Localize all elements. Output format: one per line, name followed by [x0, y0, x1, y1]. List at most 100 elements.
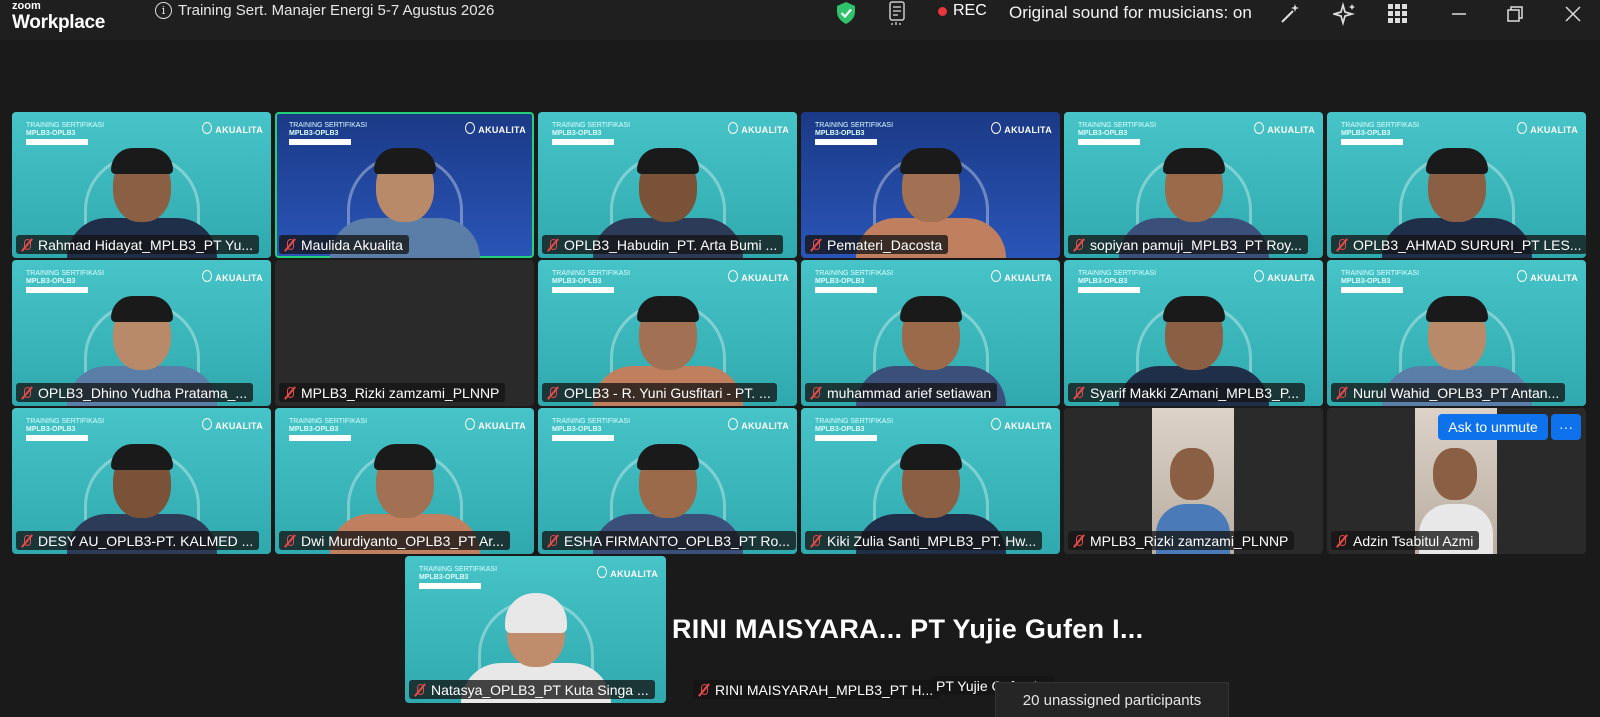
video-tile-9[interactable]: TRAINING SERTIFIKASI MPLB3-OPLB3 AKUALITA O…	[538, 260, 797, 406]
tile-banner-sub: MPLB3-OPLB3	[552, 129, 602, 137]
logo-small: zoom	[12, 0, 41, 12]
participant-nameplate: DESY AU_OPLB3-PT. KALMED ...	[16, 531, 260, 550]
participant-nameplate: Maulida Akualita	[279, 235, 409, 254]
video-tile-5[interactable]: TRAINING SERTIFIKASI MPLB3-OPLB3 AKUALITA s…	[1064, 112, 1323, 258]
participant-nameplate: Nurul Wahid_OPLB3_PT Antan...	[1331, 383, 1566, 402]
recording-indicator[interactable]: REC	[938, 2, 987, 20]
transcript-icon[interactable]	[887, 0, 909, 26]
tile-banner: TRAINING SERTIFIKASI MPLB3-OPLB3	[552, 418, 631, 442]
tile-banner-text: TRAINING SERTIFIKASI	[552, 418, 631, 425]
unassigned-participants-button[interactable]: 20 unassigned participants	[995, 682, 1229, 717]
tile-banner-text: TRAINING SERTIFIKASI	[1341, 270, 1420, 277]
participant-nameplate: sopiyan pamuji_MPLB3_PT Roy...	[1068, 235, 1308, 254]
participant-nameplate: Rahmad Hidayat_MPLB3_PT Yu...	[16, 235, 260, 254]
participant-nameplate: OPLB3 - R. Yuni Gusfitari - PT. ...	[542, 383, 777, 402]
tile-banner-sub: MPLB3-OPLB3	[26, 425, 76, 433]
mic-muted-icon	[1335, 238, 1349, 252]
video-tile-17[interactable]: MPLB3_Rizki zamzami_PLNNP	[1064, 408, 1323, 554]
participant-name: Dwi Murdiyanto_OPLB3_PT Ar...	[301, 532, 504, 549]
video-tile-16[interactable]: TRAINING SERTIFIKASI MPLB3-OPLB3 AKUALITA K…	[801, 408, 1060, 554]
tile-banner-text: TRAINING SERTIFIKASI	[1341, 122, 1420, 129]
video-tile-15[interactable]: TRAINING SERTIFIKASI MPLB3-OPLB3 AKUALITA E…	[538, 408, 797, 554]
tile-banner-sub: MPLB3-OPLB3	[815, 277, 865, 285]
tile-banner: TRAINING SERTIFIKASI MPLB3-OPLB3	[1341, 270, 1420, 294]
video-tile-2[interactable]: TRAINING SERTIFIKASI MPLB3-OPLB3 AKUALITA M…	[275, 112, 534, 258]
tile-brand-logo: AKUALITA	[202, 418, 263, 431]
tile-banner: TRAINING SERTIFIKASI MPLB3-OPLB3	[289, 122, 367, 146]
video-tile-11[interactable]: TRAINING SERTIFIKASI MPLB3-OPLB3 AKUALITA S…	[1064, 260, 1323, 406]
tile-brand-logo: AKUALITA	[1517, 122, 1578, 135]
tile-banner: TRAINING SERTIFIKASI MPLB3-OPLB3	[552, 122, 630, 146]
mic-muted-icon	[283, 534, 297, 548]
tile-brand-logo: AKUALITA	[202, 122, 263, 135]
participant-name: Pemateri_Dacosta	[827, 236, 943, 253]
tile-brand-logo: AKUALITA	[597, 566, 658, 579]
tile-brand-logo: AKUALITA	[728, 122, 789, 135]
tile-banner: TRAINING SERTIFIKASI MPLB3-OPLB3	[26, 418, 105, 442]
tile-banner-text: TRAINING SERTIFIKASI	[1078, 122, 1157, 129]
video-tile-4[interactable]: TRAINING SERTIFIKASI MPLB3-OPLB3 AKUALITA P…	[801, 112, 1060, 258]
video-tile-natasya[interactable]: TRAINING SERTIFIKASI MPLB3-OPLB3 AKUALITA…	[405, 556, 666, 703]
tile-banner-sub: MPLB3-OPLB3	[1341, 129, 1391, 137]
tile-banner-sub: MPLB3-OPLB3	[815, 425, 865, 433]
video-tile-6[interactable]: TRAINING SERTIFIKASI MPLB3-OPLB3 AKUALITA O…	[1327, 112, 1586, 258]
shield-icon[interactable]	[835, 1, 857, 25]
participant-nameplate: OPLB3_AHMAD SURURI_PT LES...	[1331, 235, 1586, 254]
tile-banner-sub: MPLB3-OPLB3	[289, 129, 339, 137]
participant-nameplate: Kiki Zulia Santi_MPLB3_PT. Hw...	[805, 531, 1043, 550]
apps-grid-icon[interactable]	[1386, 2, 1408, 24]
tile-banner-text: TRAINING SERTIFIKASI	[815, 122, 894, 129]
tile-banner-text: TRAINING SERTIFIKASI	[26, 418, 105, 425]
tile-banner-text: TRAINING SERTIFIKASI	[552, 270, 631, 277]
tile-banner-sub: MPLB3-OPLB3	[26, 277, 76, 285]
participant-name: Nurul Wahid_OPLB3_PT Antan...	[1353, 384, 1560, 401]
tile-banner-sub: MPLB3-OPLB3	[289, 425, 339, 433]
participant-nameplate: RINI MAISYARAH_MPLB3_PT H...	[693, 680, 940, 699]
video-tile-12[interactable]: TRAINING SERTIFIKASI MPLB3-OPLB3 AKUALITA N…	[1327, 260, 1586, 406]
mic-muted-icon	[283, 238, 297, 252]
mic-muted-icon	[20, 238, 34, 252]
tile-banner: TRAINING SERTIFIKASI MPLB3-OPLB3	[815, 270, 893, 294]
meeting-info[interactable]: i Training Sert. Manajer Energi 5-7 Agus…	[155, 2, 494, 19]
zoom-logo: zoom Workplace	[12, 0, 105, 33]
rec-label: REC	[953, 2, 987, 19]
video-tile-3[interactable]: TRAINING SERTIFIKASI MPLB3-OPLB3 AKUALITA O…	[538, 112, 797, 258]
close-icon[interactable]	[1563, 4, 1583, 24]
participant-nameplate: muhammad arief setiawan	[805, 383, 998, 402]
mic-muted-icon	[546, 238, 560, 252]
tile-brand-logo: AKUALITA	[202, 270, 263, 283]
restore-icon[interactable]	[1505, 4, 1525, 24]
ai-companion-icon[interactable]	[1333, 2, 1357, 26]
original-sound-status[interactable]: Original sound for musicians: on	[1009, 3, 1252, 23]
participant-nameplate: Syarif Makki ZAmani_MPLB3_P...	[1068, 383, 1306, 402]
video-tile-7[interactable]: TRAINING SERTIFIKASI MPLB3-OPLB3 AKUALITA O…	[12, 260, 271, 406]
participant-name: MPLB3_Rizki zamzami_PLNNP	[1090, 532, 1289, 549]
minimize-icon[interactable]	[1449, 4, 1469, 24]
tile-banner: TRAINING SERTIFIKASI MPLB3-OPLB3	[552, 270, 631, 294]
video-tile-14[interactable]: TRAINING SERTIFIKASI MPLB3-OPLB3 AKUALITA D…	[275, 408, 534, 554]
video-tile-13[interactable]: TRAINING SERTIFIKASI MPLB3-OPLB3 AKUALITA D…	[12, 408, 271, 554]
participant-name: Maulida Akualita	[301, 236, 403, 253]
info-icon[interactable]: i	[155, 2, 172, 19]
tile-brand-logo: AKUALITA	[991, 270, 1052, 283]
participant-name: MPLB3_Rizki zamzami_PLNNP	[301, 384, 500, 401]
more-options-button[interactable]: ···	[1551, 414, 1581, 440]
magic-wand-icon[interactable]	[1278, 2, 1302, 26]
speaker-name-overlay: RINI MAISYARA... PT Yujie Gufen I...	[672, 614, 1144, 644]
tile-banner-sub: MPLB3-OPLB3	[552, 277, 602, 285]
participant-name: sopiyan pamuji_MPLB3_PT Roy...	[1090, 236, 1302, 253]
tile-brand-logo: AKUALITA	[465, 418, 526, 431]
tile-banner: TRAINING SERTIFIKASI MPLB3-OPLB3	[1078, 122, 1157, 146]
participant-nameplate: Natasya_OPLB3_PT Kuta Singa ...	[409, 680, 655, 699]
tile-banner: TRAINING SERTIFIKASI MPLB3-OPLB3	[1341, 122, 1420, 146]
mic-muted-icon	[697, 683, 711, 697]
tile-banner-sub: MPLB3-OPLB3	[1341, 277, 1391, 285]
participant-name: ESHA FIRMANTO_OPLB3_PT Ro...	[564, 532, 790, 549]
video-tile-1[interactable]: TRAINING SERTIFIKASI MPLB3-OPLB3 AKUALITA R…	[12, 112, 271, 258]
mic-muted-icon	[809, 534, 823, 548]
ask-to-unmute-button[interactable]: Ask to unmute	[1438, 414, 1548, 440]
tile-banner-text: TRAINING SERTIFIKASI	[26, 270, 105, 277]
participant-name: muhammad arief setiawan	[827, 384, 992, 401]
video-tile-10[interactable]: TRAINING SERTIFIKASI MPLB3-OPLB3 AKUALITA m…	[801, 260, 1060, 406]
video-tile-8[interactable]: MPLB3_Rizki zamzami_PLNNP	[275, 260, 534, 406]
